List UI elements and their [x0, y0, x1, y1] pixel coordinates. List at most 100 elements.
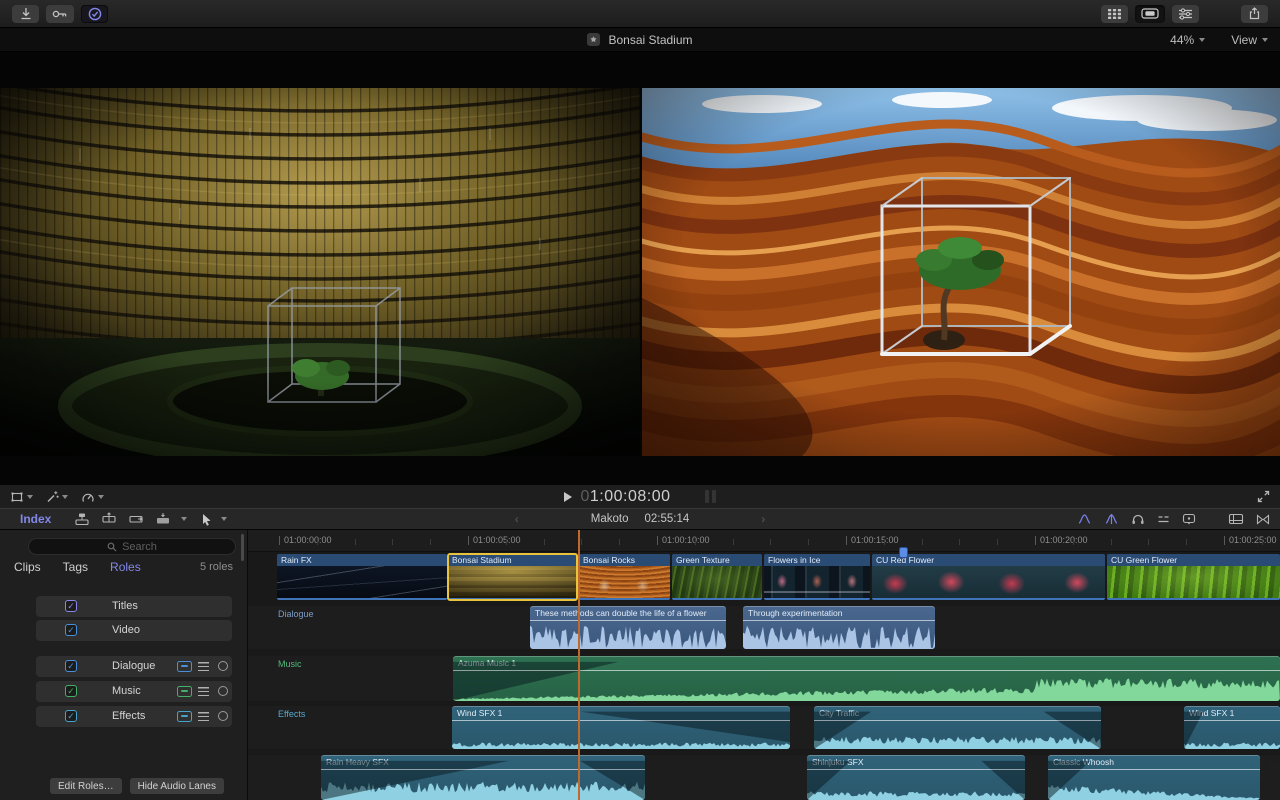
- role-row-effects[interactable]: ✓Effects: [36, 706, 232, 727]
- focus-icon[interactable]: [198, 712, 209, 721]
- viewer-zoom-menu[interactable]: 44%: [1170, 33, 1205, 47]
- timeline-audio-clip[interactable]: Wind SFX 1: [1184, 706, 1280, 749]
- timeline-video-clip[interactable]: CU Red Flower: [872, 554, 1105, 600]
- viewer-view-menu[interactable]: View: [1231, 33, 1268, 47]
- chevron-down-icon: [1199, 38, 1205, 42]
- volume-line[interactable]: [1184, 720, 1280, 721]
- timeline-pane[interactable]: 01:00:00:0001:00:05:0001:00:10:0001:00:1…: [248, 530, 1280, 800]
- timeline-audio-clip[interactable]: These methods can double the life of a f…: [530, 606, 726, 649]
- timeline-video-clip[interactable]: Bonsai Rocks: [579, 554, 670, 600]
- clip-thumbnail: [448, 566, 577, 598]
- role-row-video[interactable]: ✓ Video: [36, 620, 232, 641]
- timeline-audio-clip[interactable]: Classic Whoosh: [1048, 755, 1260, 800]
- role-checkbox[interactable]: ✓: [65, 685, 77, 697]
- timeline-project-duration: 02:55:14: [644, 513, 689, 525]
- play-button[interactable]: [564, 492, 572, 502]
- timeline-video-clip[interactable]: CU Green Flower: [1107, 554, 1280, 600]
- import-media-button[interactable]: [12, 5, 39, 23]
- browser-adjust-button[interactable]: [1172, 5, 1199, 23]
- clip-name: CU Green Flower: [1107, 555, 1181, 565]
- timeline-toolbar: Index ‹ Makoto 02:55:14 ›: [0, 508, 1280, 530]
- role-row-music[interactable]: ✓ Music: [36, 681, 232, 702]
- focus-icon[interactable]: [198, 662, 209, 671]
- clip-name: Rain FX: [277, 555, 316, 565]
- clip-thumbnail: [1107, 566, 1280, 598]
- role-row-titles[interactable]: ✓Titles: [36, 596, 232, 617]
- viewer-area: [0, 52, 1280, 484]
- timeline-video-clip[interactable]: Flowers in Ice: [764, 554, 870, 600]
- sliders-icon: [1178, 8, 1193, 20]
- volume-line[interactable]: [743, 620, 935, 621]
- import-icon: [20, 7, 32, 20]
- keyword-editor-button[interactable]: [46, 5, 74, 23]
- clip-thumbnail: [872, 566, 1105, 598]
- timeline-audio-clip[interactable]: Wind SFX 1: [452, 706, 790, 749]
- role-label: Video: [112, 624, 140, 636]
- volume-line[interactable]: [807, 769, 1025, 770]
- playhead[interactable]: [578, 530, 580, 800]
- fullscreen-icon[interactable]: [1257, 490, 1270, 503]
- solo-circle-icon[interactable]: [218, 686, 228, 696]
- clip-thumbnail: [764, 566, 870, 598]
- audio-skimming-icon[interactable]: [1104, 513, 1119, 525]
- lane-label-music: Music: [278, 659, 302, 669]
- check-circle-icon: [88, 7, 102, 21]
- volume-line[interactable]: [530, 620, 726, 621]
- project-title: Bonsai Stadium: [608, 33, 692, 47]
- skimming-icon[interactable]: [1077, 513, 1092, 525]
- solo-circle-icon[interactable]: [218, 711, 228, 721]
- previous-timeline-arrow[interactable]: ‹: [515, 512, 519, 526]
- audio-meters[interactable]: [705, 490, 716, 503]
- snapping-icon[interactable]: [1157, 513, 1170, 525]
- clip-name: Green Texture: [672, 555, 734, 565]
- role-checkbox[interactable]: ✓: [65, 624, 77, 636]
- timeline-video-clip[interactable]: Rain FX: [277, 554, 447, 600]
- volume-line[interactable]: [1048, 769, 1260, 770]
- focus-icon[interactable]: [198, 687, 209, 696]
- clip-name: These methods can double the life of a f…: [530, 606, 726, 621]
- background-tasks-button[interactable]: [81, 5, 108, 23]
- lane-label-dialogue: Dialogue: [278, 609, 314, 619]
- timeline-video-clip[interactable]: Green Texture: [672, 554, 762, 600]
- hide-audio-lanes-button[interactable]: Hide Audio Lanes: [130, 778, 224, 794]
- solo-circle-icon[interactable]: [218, 661, 228, 671]
- role-checkbox[interactable]: ✓: [65, 660, 77, 672]
- video-clip-row: Rain FX Bonsai StadiumBonsai RocksGreen T…: [248, 552, 1280, 600]
- timeline-audio-clip[interactable]: Shinjuku SFX: [807, 755, 1025, 800]
- volume-line[interactable]: [452, 720, 790, 721]
- volume-line[interactable]: [321, 769, 645, 770]
- edit-roles-button[interactable]: Edit Roles…: [50, 778, 122, 794]
- volume-line[interactable]: [814, 720, 1101, 721]
- timeline-audio-clip[interactable]: City Traffic: [814, 706, 1101, 749]
- toolbar-left-group: [12, 5, 108, 23]
- audio-lane-icon[interactable]: [177, 711, 192, 722]
- next-timeline-arrow[interactable]: ›: [761, 512, 765, 526]
- solo-icon[interactable]: [1131, 513, 1145, 525]
- filmstrip-icon: [1141, 8, 1159, 19]
- role-label: Music: [112, 685, 141, 697]
- role-label: Dialogue: [112, 660, 155, 672]
- clip-marker[interactable]: [899, 547, 908, 558]
- trim-bowtie-icon[interactable]: [1256, 514, 1270, 525]
- timecode-leading-zero: 0: [580, 488, 589, 505]
- role-checkbox[interactable]: ✓: [65, 600, 77, 612]
- browser-grid-view-button[interactable]: [1101, 5, 1128, 23]
- share-button[interactable]: [1241, 5, 1268, 23]
- audio-lane-icon[interactable]: [177, 661, 192, 672]
- marker-badge-icon[interactable]: [1182, 513, 1196, 526]
- clip-appearance-icon[interactable]: [1228, 513, 1244, 525]
- transport-bar: 01:00:08:00: [0, 484, 1280, 508]
- clip-thumbnail: [672, 566, 762, 598]
- clip-name: Flowers in Ice: [764, 555, 824, 565]
- timeline-audio-clip[interactable]: Rain Heavy SFX: [321, 755, 645, 800]
- timeline-audio-clip[interactable]: Through experimentation: [743, 606, 935, 649]
- timeline-project-name[interactable]: Makoto: [591, 513, 629, 525]
- role-checkbox[interactable]: ✓: [65, 710, 77, 722]
- timeline-video-clip[interactable]: Bonsai Stadium: [448, 554, 577, 600]
- audio-lane-icon[interactable]: [177, 686, 192, 697]
- browser-filmstrip-view-button[interactable]: [1135, 5, 1165, 23]
- project-title-bar: Bonsai Stadium 44% View: [0, 28, 1280, 52]
- roles-list: ✓Titles✓Video✓Dialogue✓Music✓Effects: [0, 530, 247, 800]
- viewer-zoom-value: 44%: [1170, 33, 1194, 47]
- role-row-dialogue[interactable]: ✓ Dialogue: [36, 656, 232, 677]
